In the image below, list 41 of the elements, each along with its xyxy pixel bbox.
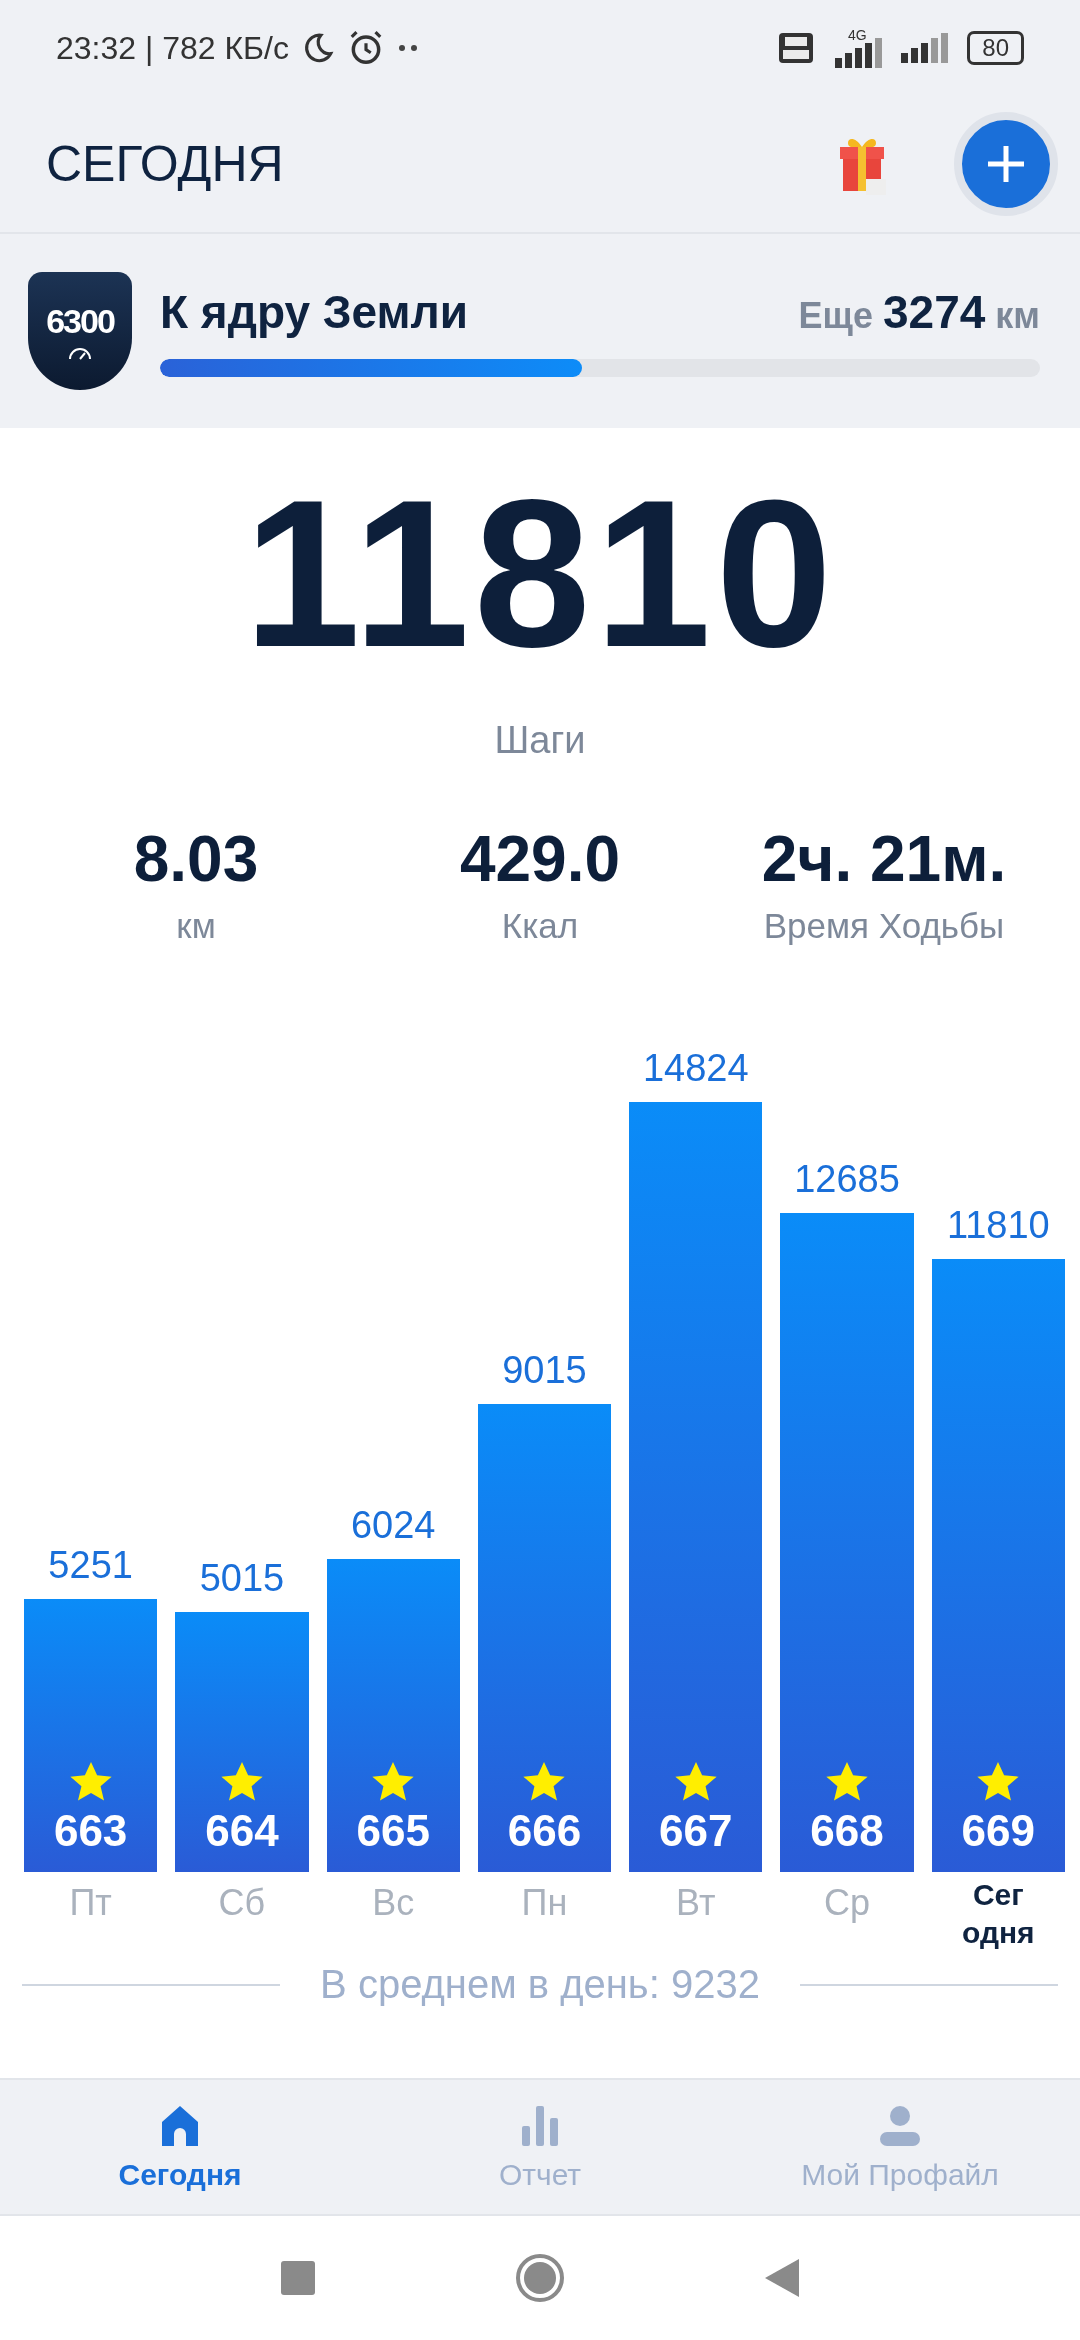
- home-button-icon[interactable]: [515, 2253, 565, 2303]
- remaining-distance: Еще 3274 км: [798, 285, 1040, 339]
- nav-tab[interactable]: Сегодня: [0, 2080, 360, 2214]
- bar-badge-number: 667: [659, 1806, 733, 1856]
- battery-indicator: 80: [967, 31, 1024, 65]
- bar-value-label: 5251: [48, 1544, 133, 1588]
- bar-badge-number: 663: [53, 1806, 128, 1856]
- day-label: Сег одня: [961, 1877, 1036, 1951]
- stat-label: км: [176, 906, 216, 946]
- stat-value: 429.0: [459, 822, 621, 896]
- bar-badge-number: 668: [810, 1806, 884, 1856]
- day-label: Пт: [69, 1882, 112, 1924]
- steps-label: Шаги: [494, 719, 586, 762]
- badge-number: 6300: [46, 301, 114, 341]
- bar-value-label: 12685: [794, 1158, 900, 1202]
- bar-value-label: 6024: [350, 1504, 436, 1548]
- day-label: Сб: [218, 1882, 266, 1924]
- day-label: Вс: [372, 1882, 415, 1924]
- bar-badge-number: 664: [205, 1806, 279, 1856]
- step-count: 11810: [243, 458, 837, 689]
- goal-card[interactable]: 6300 К ядру Земли Еще 3274 км: [0, 234, 1080, 428]
- goal-title: К ядру Земли: [160, 285, 469, 339]
- bar-badge-number: 666: [507, 1806, 582, 1856]
- stat-label: Ккал: [501, 906, 579, 946]
- stat-label: Время Ходьбы: [763, 906, 1005, 946]
- page-title: СЕГОДНЯ: [46, 135, 285, 193]
- bar-badge-number: 669: [961, 1806, 1036, 1856]
- bar-badge-number: 665: [356, 1806, 430, 1856]
- day-label: Пн: [521, 1882, 568, 1924]
- status-time: 23:32 | 782 КБ/с: [56, 29, 289, 67]
- network-type: 4G: [847, 28, 867, 42]
- daily-average: В среднем в день: 9232: [320, 1962, 760, 2007]
- bar-value-label: 11810: [946, 1203, 1050, 1247]
- stat-value: 2ч. 21м.: [761, 822, 1007, 896]
- bar-value-label: 5015: [199, 1556, 285, 1600]
- back-icon[interactable]: [765, 2259, 799, 2297]
- day-label: Ср: [824, 1882, 871, 1924]
- stat-value: 8.03: [133, 822, 259, 896]
- bar-value-label: 14824: [642, 1047, 749, 1090]
- bar-value-label: 9015: [502, 1348, 587, 1392]
- day-label: Вт: [676, 1882, 716, 1924]
